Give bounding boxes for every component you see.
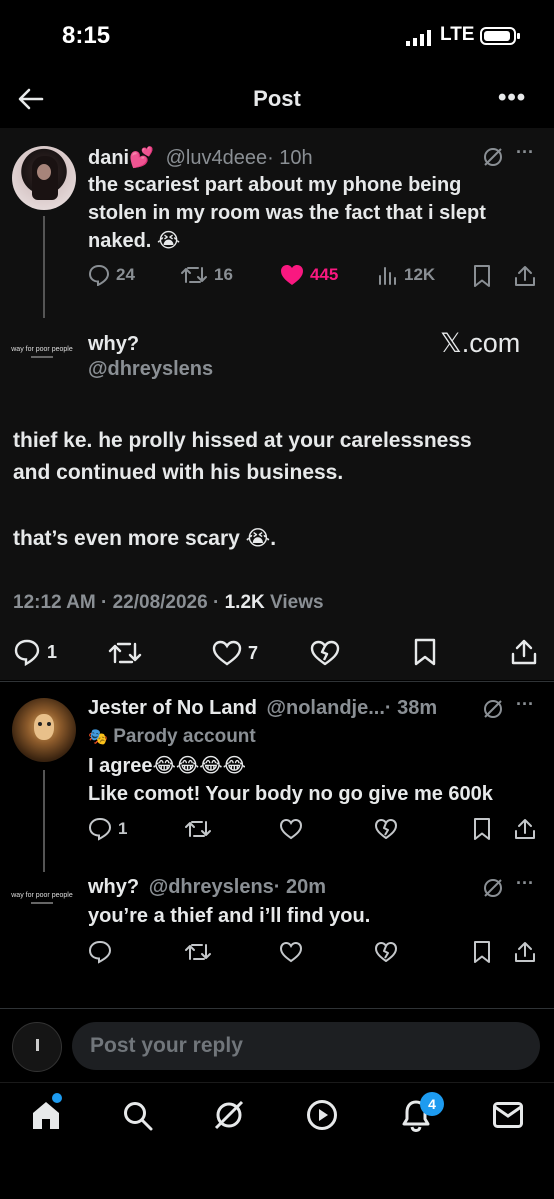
repost-icon[interactable] <box>184 941 212 963</box>
bookmark-icon[interactable] <box>472 817 492 841</box>
heart-icon[interactable] <box>279 818 303 840</box>
grok-icon[interactable] <box>482 698 504 720</box>
broken-heart-icon[interactable] <box>374 941 398 963</box>
heart-icon <box>212 640 242 666</box>
reply-action[interactable]: 1 <box>88 817 127 841</box>
display-name[interactable]: why? <box>88 876 139 898</box>
grok-nav-icon[interactable] <box>212 1098 246 1132</box>
comment-icon[interactable] <box>88 940 112 964</box>
broken-heart-icon[interactable] <box>374 818 398 840</box>
heart-emoji: 💕 <box>129 147 155 169</box>
main-post-text: thief ke. he prolly hissed at your carel… <box>13 429 472 550</box>
status-time: 8:15 <box>62 22 111 49</box>
reply-text: you’re a thief and i’ll find you. <box>88 905 371 927</box>
post-time: · 38m <box>384 697 438 719</box>
share-icon[interactable] <box>511 638 537 666</box>
comment-icon <box>88 264 110 286</box>
share-icon[interactable] <box>514 940 536 964</box>
handle[interactable]: @nolandje... <box>266 697 384 719</box>
page-title: Post <box>253 86 301 111</box>
post-time: · 10h <box>267 147 313 169</box>
main-reply-action[interactable]: 1 <box>13 638 57 666</box>
repost-icon[interactable] <box>184 818 212 840</box>
grok-icon[interactable] <box>482 877 504 899</box>
broken-heart-icon[interactable] <box>310 640 340 666</box>
like-action[interactable]: 445 <box>280 264 338 286</box>
post-more-icon[interactable]: ··· <box>516 694 534 715</box>
my-avatar[interactable] <box>12 1022 62 1072</box>
parody-label: 🎭 Parody account <box>88 726 256 747</box>
reply-header-why: why? @dhreyslens· 20m <box>88 876 326 899</box>
comment-icon <box>88 817 112 841</box>
search-icon[interactable] <box>122 1100 154 1132</box>
more-options-icon[interactable]: ••• <box>498 84 526 112</box>
home-notification-dot <box>52 1093 62 1103</box>
bookmark-icon[interactable] <box>472 940 492 964</box>
home-icon[interactable] <box>30 1099 62 1131</box>
post-more-icon[interactable]: ··· <box>516 873 534 894</box>
display-name[interactable]: Jester of No Land <box>88 697 257 719</box>
network-label: LTE <box>440 24 475 45</box>
heart-filled-icon <box>281 265 303 285</box>
comment-icon <box>14 639 40 666</box>
avatar-dani[interactable] <box>12 146 76 210</box>
reply-action[interactable]: 24 <box>88 264 135 286</box>
signal-icon <box>406 30 431 46</box>
post-time: · 20m <box>273 876 327 898</box>
reply-text: I agree😂😂😂😂 Like comot! Your body no go … <box>88 755 493 805</box>
status-bar: 8:15 LTE <box>0 0 554 70</box>
post-text: the scariest part about my phone being s… <box>88 174 486 252</box>
repost-action[interactable]: 16 <box>180 264 233 286</box>
repost-icon <box>181 267 207 283</box>
x-watermark: 𝕏.com <box>440 328 521 358</box>
repost-icon[interactable] <box>108 640 142 666</box>
bookmark-icon[interactable] <box>472 264 492 288</box>
reply-header-jester: Jester of No Land @nolandje...· 38m <box>88 697 437 720</box>
handle[interactable]: @dhreyslens <box>149 876 274 898</box>
avatar-why[interactable]: way for poor people <box>8 334 76 370</box>
bookmark-icon[interactable] <box>413 638 437 666</box>
share-icon[interactable] <box>514 264 536 288</box>
reply-input[interactable]: Post your reply <box>72 1022 540 1070</box>
views-icon <box>379 267 396 285</box>
post-more-icon[interactable]: ··· <box>516 142 534 163</box>
thread-line <box>43 216 45 318</box>
divider <box>0 681 554 682</box>
battery-icon <box>480 27 520 45</box>
heart-icon[interactable] <box>279 941 303 963</box>
avatar-jester[interactable] <box>12 698 76 762</box>
post-header-dani: dani💕 @luv4deee· 10h <box>88 145 313 170</box>
views-action[interactable]: 12K <box>376 264 435 286</box>
video-icon[interactable] <box>306 1099 338 1131</box>
display-name[interactable]: why? <box>88 333 139 356</box>
post-meta: 12:12 AM · 22/08/2026 · 1.2K Views <box>13 592 324 613</box>
messages-icon[interactable] <box>492 1101 524 1129</box>
handle[interactable]: @luv4deee <box>166 147 267 169</box>
share-icon[interactable] <box>514 817 536 841</box>
notifications-badge: 4 <box>420 1092 444 1116</box>
display-name[interactable]: dani <box>88 147 129 169</box>
avatar-why[interactable]: way for poor people <box>8 880 76 916</box>
bottom-nav <box>0 1082 554 1199</box>
divider <box>0 1008 554 1009</box>
main-like-action[interactable]: 7 <box>212 640 258 666</box>
handle[interactable]: @dhreyslens <box>88 358 213 381</box>
thread-line <box>43 770 45 872</box>
grok-icon[interactable] <box>482 146 504 168</box>
mask-icon: 🎭 <box>88 729 108 746</box>
